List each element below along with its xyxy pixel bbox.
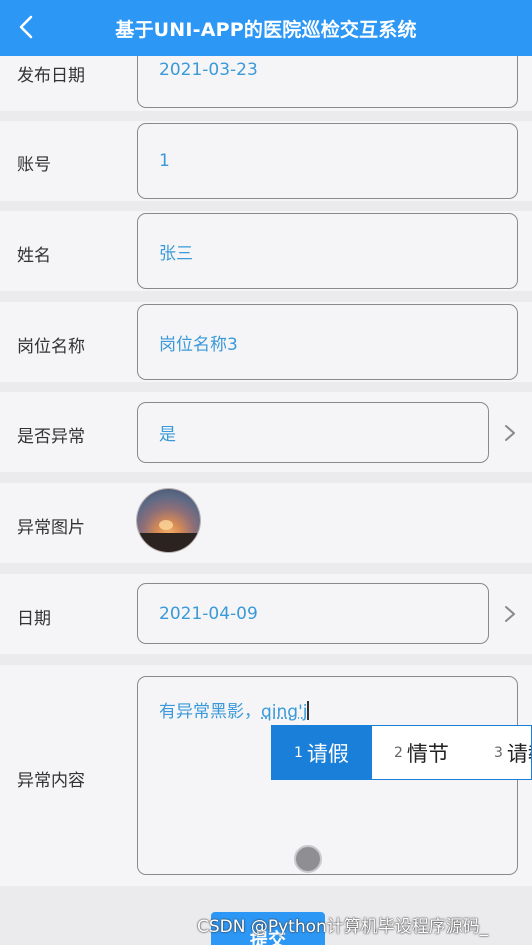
abnormal-label: 是否异常 [17,427,85,447]
app-header: 基于UNI-APP的医院巡检交互系统 [0,0,532,56]
name-value: 张三 [159,243,193,264]
publish-date-label: 发布日期 [17,66,85,86]
page-title: 基于UNI-APP的医院巡检交互系统 [115,18,417,41]
position-name-label: 岗位名称 [17,337,85,357]
position-name-field[interactable]: 岗位名称3 [137,304,518,380]
ime-candidate-3[interactable]: 3 请教 [472,726,531,779]
image-ground [137,533,200,552]
candidate-number: 3 [494,744,503,761]
date-select[interactable]: 2021-04-09 [137,583,489,644]
abnormal-select[interactable]: 是 [137,402,489,463]
ime-candidate-bar: 1 请假 2 情节 3 请教 [271,725,532,780]
abnormal-content-value: 有异常黑影， [159,702,261,722]
text-caret [307,701,309,720]
candidate-text: 请假 [306,741,349,766]
ime-composing-text: qing'j [261,702,308,722]
abnormal-content-label: 异常内容 [17,771,85,791]
watermark-text: CSDN @Python计算机毕设程序源码_ [197,917,489,937]
chevron-right-icon[interactable] [503,604,517,624]
account-field[interactable]: 1 [137,123,518,199]
form-row-abnormal-image: 异常图片 [0,483,532,563]
abnormal-image-thumbnail[interactable] [137,489,200,552]
name-label: 姓名 [17,246,51,266]
account-value: 1 [159,151,170,171]
candidate-number: 1 [294,744,303,761]
text-selection-handle[interactable] [294,845,322,873]
abnormal-image-label: 异常图片 [17,518,85,538]
date-value: 2021-04-09 [159,603,258,624]
back-button[interactable] [14,12,38,42]
image-sun [159,520,173,530]
candidate-text: 请教 [506,741,531,766]
publish-date-field[interactable]: 2021-03-23 [137,56,518,108]
chevron-left-icon [19,15,33,39]
candidate-text: 情节 [406,741,449,766]
date-label: 日期 [17,609,51,629]
name-field[interactable]: 张三 [137,213,518,289]
ime-candidate-1[interactable]: 1 请假 [272,726,372,779]
chevron-right-icon[interactable] [503,423,517,443]
ime-candidate-2[interactable]: 2 情节 [372,726,472,779]
publish-date-value: 2021-03-23 [159,60,258,80]
candidate-number: 2 [394,744,403,761]
abnormal-content-text: 有异常黑影，qing'j [159,697,309,722]
abnormal-value: 是 [159,425,176,445]
account-label: 账号 [17,155,51,175]
position-name-value: 岗位名称3 [159,334,238,355]
